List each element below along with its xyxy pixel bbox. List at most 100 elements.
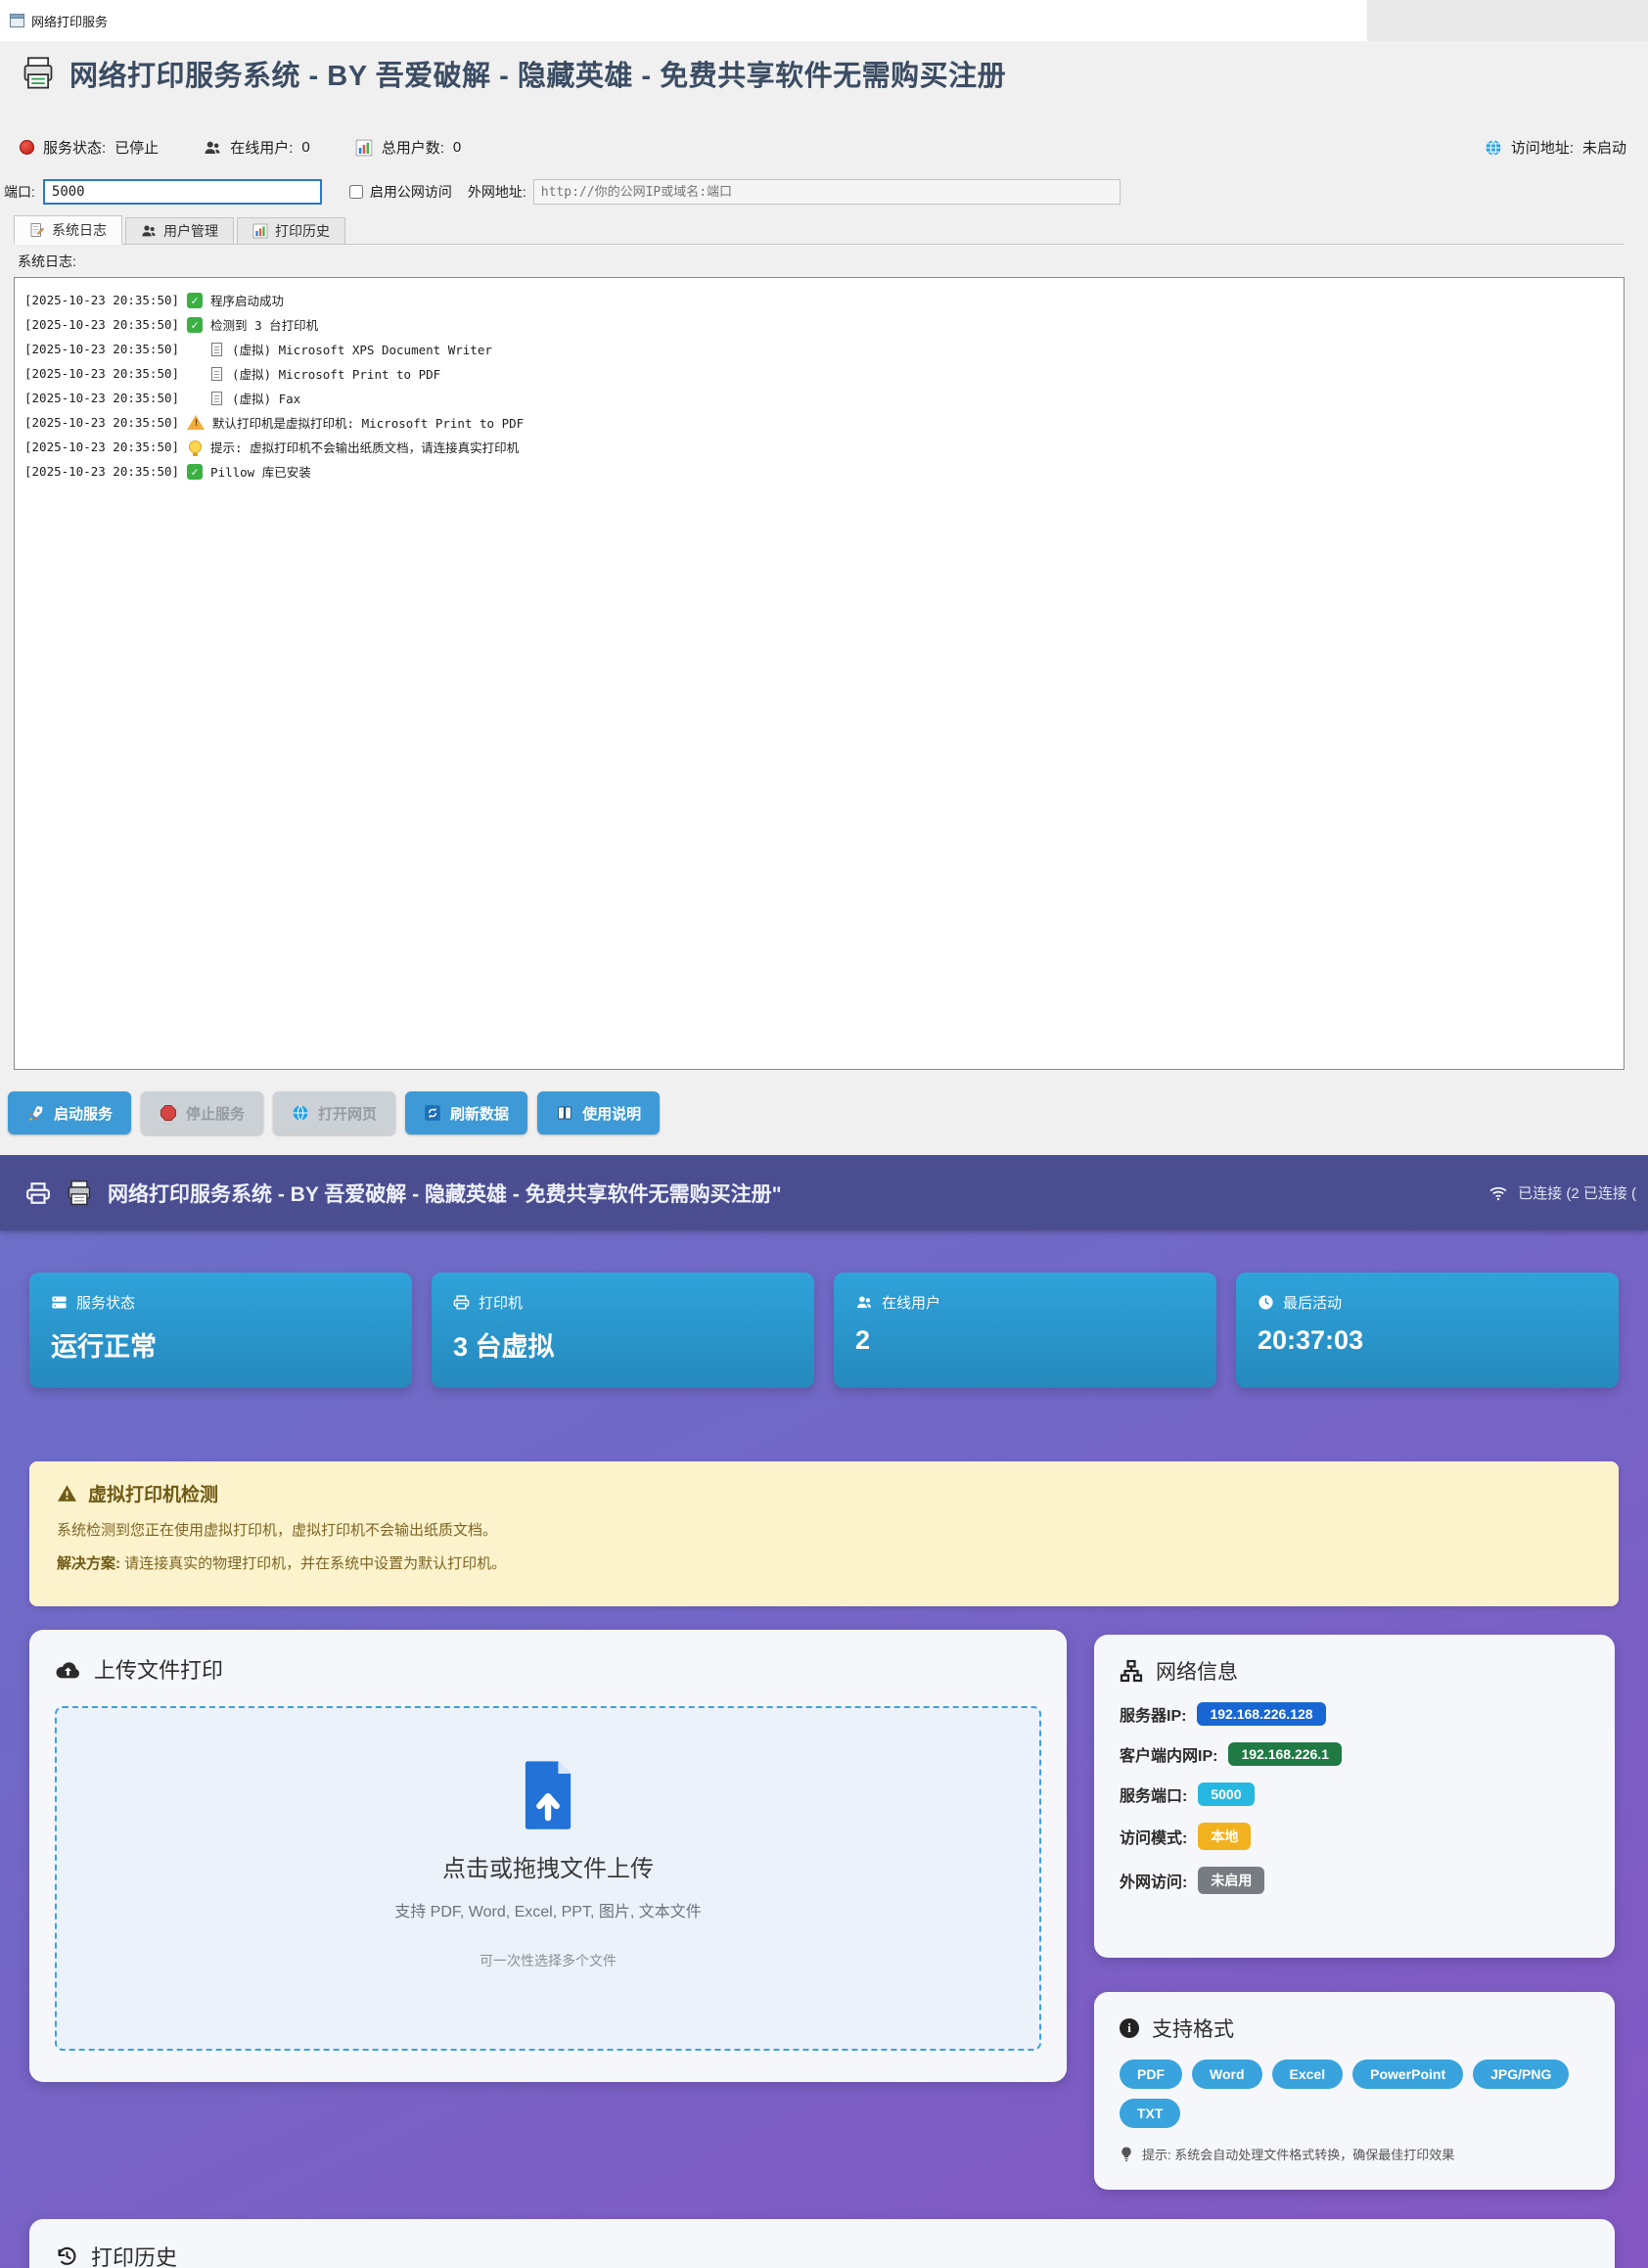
usage-help-button[interactable]: 使用说明 [537, 1091, 660, 1134]
log-text: 默认打印机是虚拟打印机: Microsoft Print to PDF [212, 413, 524, 432]
stat-card-online-users: 在线用户 2 [834, 1273, 1216, 1388]
format-pill-excel: Excel [1272, 2060, 1344, 2089]
row-label: 服务端口: [1120, 1782, 1187, 1806]
window-titlebar: 网络打印服务 [0, 0, 1367, 41]
service-status: 服务状态: 已停止 [20, 137, 159, 158]
dropzone-main-text: 点击或拖拽文件上传 [442, 1849, 654, 1883]
log-text: (虚拟) Microsoft XPS Document Writer [232, 340, 492, 358]
format-pills: PDF Word Excel PowerPoint JPG/PNG TXT [1120, 2060, 1579, 2128]
web-page-title: 网络打印服务系统 - BY 吾爱破解 - 隐藏英雄 - 免费共享软件无需购买注册… [108, 1179, 782, 1208]
supported-formats-panel: 支持格式 PDF Word Excel PowerPoint JPG/PNG T… [1094, 1992, 1615, 2190]
port-input[interactable] [43, 179, 322, 205]
users-icon [855, 1294, 873, 1311]
file-dropzone[interactable]: 点击或拖拽文件上传 支持 PDF, Word, Excel, PPT, 图片, … [55, 1706, 1041, 2051]
log-timestamp: [2025-10-23 20:35:50] [24, 440, 179, 454]
online-users: 在线用户: 0 [204, 137, 310, 158]
printer-emoji-icon [66, 1180, 93, 1207]
bulb-icon [1120, 2146, 1133, 2162]
chart-tab-icon [252, 223, 268, 239]
row-label: 外网访问: [1120, 1869, 1187, 1892]
app-main-title: 网络打印服务系统 - BY 吾爱破解 - 隐藏英雄 - 免费共享软件无需购买注册 [69, 53, 1006, 94]
format-pill-powerpoint: PowerPoint [1352, 2060, 1463, 2089]
button-label: 使用说明 [582, 1103, 641, 1124]
formats-title: 支持格式 [1152, 2013, 1234, 2043]
log-text: 程序启动成功 [210, 291, 284, 309]
users-icon [204, 139, 221, 157]
network-row-port: 服务端口: 5000 [1120, 1782, 1589, 1806]
external-address-input[interactable] [533, 179, 1121, 205]
printer-outline-icon [25, 1180, 51, 1206]
log-timestamp: [2025-10-23 20:35:50] [24, 342, 179, 356]
stat-card-printers: 打印机 3 台虚拟 [432, 1273, 814, 1388]
tab-label: 打印历史 [275, 221, 330, 241]
row-label: 服务器IP: [1120, 1702, 1186, 1726]
row-label: 访问模式: [1120, 1825, 1187, 1848]
virtual-printer-warning: 虚拟打印机检测 系统检测到您正在使用虚拟打印机，虚拟打印机不会输出纸质文档。 解… [29, 1461, 1619, 1606]
log-text: (虚拟) Microsoft Print to PDF [232, 364, 440, 383]
dropzone-formats-text: 支持 PDF, Word, Excel, PPT, 图片, 文本文件 [394, 1898, 702, 1921]
log-line: [2025-10-23 20:35:50] 检测到 3 台打印机 [24, 312, 1614, 337]
refresh-data-button[interactable]: 刷新数据 [405, 1091, 527, 1134]
info-icon [1120, 2018, 1139, 2038]
server-ip-badge: 192.168.226.128 [1197, 1702, 1325, 1726]
history-icon [55, 2245, 78, 2268]
warning-line2: 解决方案: 请连接真实的物理打印机，并在系统中设置为默认打印机。 [57, 1552, 1591, 1573]
button-label: 启动服务 [54, 1103, 113, 1124]
tab-system-log[interactable]: 系统日志 [14, 215, 122, 245]
document-icon [208, 367, 224, 381]
public-access-label: 启用公网访问 [370, 182, 452, 202]
refresh-icon [424, 1104, 441, 1122]
total-users-value: 0 [453, 139, 461, 156]
online-users-label: 在线用户: [230, 137, 293, 158]
total-users-label: 总用户数: [382, 137, 444, 158]
check-icon [187, 317, 203, 333]
stop-icon [160, 1104, 177, 1122]
window-title: 网络打印服务 [31, 12, 108, 30]
connection-status: 已连接 (2 已连接 ( [1488, 1182, 1636, 1203]
document-icon [208, 392, 224, 405]
history-panel-title: 打印历史 [91, 2241, 177, 2268]
stat-card-last-activity: 最后活动 20:37:03 [1236, 1273, 1619, 1388]
open-webpage-button[interactable]: 打开网页 [273, 1091, 395, 1134]
log-text: 检测到 3 台打印机 [210, 315, 318, 334]
system-log-box[interactable]: [2025-10-23 20:35:50] 程序启动成功 [2025-10-23… [14, 277, 1625, 1070]
print-history-panel: 打印历史 [29, 2219, 1615, 2268]
globe-icon [292, 1104, 309, 1122]
stat-value: 2 [855, 1325, 1195, 1356]
document-icon [208, 343, 224, 356]
network-row-client-ip: 客户端内网IP: 192.168.226.1 [1120, 1742, 1589, 1766]
tab-print-history[interactable]: 打印历史 [237, 217, 345, 244]
server-icon [51, 1294, 68, 1311]
file-upload-icon [521, 1759, 575, 1831]
access-mode-badge: 本地 [1198, 1823, 1251, 1850]
total-users: 总用户数: 0 [355, 137, 462, 158]
port-row: 端口: 启用公网访问 外网地址: [4, 179, 1121, 205]
users-tab-icon [141, 223, 157, 239]
external-address-label: 外网地址: [468, 182, 526, 202]
start-service-button[interactable]: 启动服务 [8, 1091, 131, 1134]
sitemap-icon [1120, 1659, 1143, 1683]
port-badge: 5000 [1198, 1782, 1254, 1806]
log-text: (虚拟) Fax [232, 389, 300, 407]
public-access-checkbox[interactable] [349, 185, 363, 199]
upload-panel-title: 上传文件打印 [94, 1653, 223, 1685]
network-row-server-ip: 服务器IP: 192.168.226.128 [1120, 1702, 1589, 1726]
bulb-icon [187, 440, 203, 453]
dropzone-note-text: 可一次性选择多个文件 [480, 1951, 617, 1970]
tab-bar: 系统日志 用户管理 打印历史 [14, 215, 1625, 245]
upload-panel: 上传文件打印 点击或拖拽文件上传 支持 PDF, Word, Excel, PP… [29, 1630, 1067, 2082]
log-line: [2025-10-23 20:35:50] Pillow 库已安装 [24, 459, 1614, 484]
printer-icon [20, 56, 57, 91]
stat-cards: 服务状态 运行正常 打印机 3 台虚拟 在线用户 2 [29, 1273, 1619, 1388]
tab-user-management[interactable]: 用户管理 [125, 217, 234, 244]
action-buttons: 启动服务 停止服务 打开网页 刷新数据 使用说明 [8, 1091, 660, 1134]
stop-service-button[interactable]: 停止服务 [141, 1091, 263, 1134]
client-ip-badge: 192.168.226.1 [1228, 1742, 1342, 1766]
network-info-title: 网络信息 [1156, 1656, 1238, 1686]
stat-value: 20:37:03 [1258, 1325, 1597, 1356]
clock-icon [1258, 1294, 1274, 1311]
external-access-badge: 未启用 [1198, 1867, 1264, 1894]
log-line: [2025-10-23 20:35:50] (虚拟) Fax [24, 386, 1614, 410]
window-icon [10, 14, 24, 27]
book-icon [556, 1104, 573, 1122]
